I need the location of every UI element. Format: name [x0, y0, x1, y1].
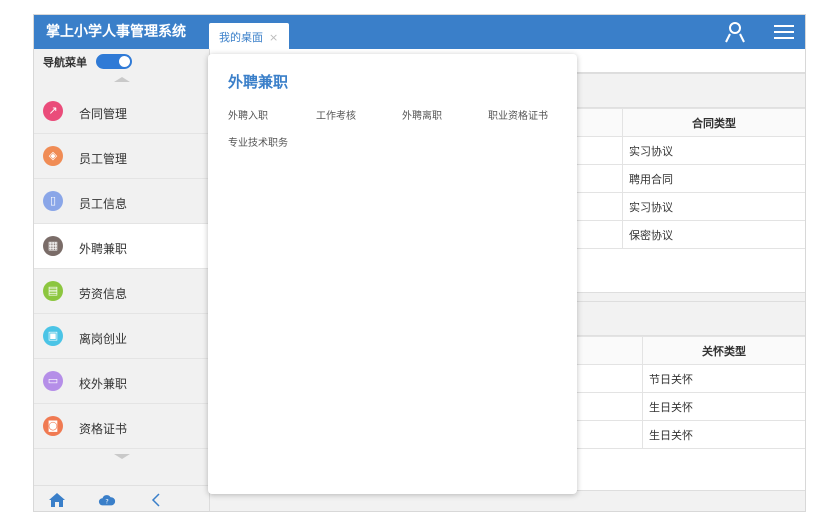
submenu-link-technical-position[interactable]: 专业技术职务 — [228, 134, 288, 149]
submenu-link-professional-certificate[interactable]: 职业资格证书 — [488, 107, 548, 122]
sidebar-item-label: 资格证书 — [79, 422, 128, 436]
sidebar-item-label: 员工信息 — [79, 197, 128, 211]
sidebar-item-label: 校外兼职 — [79, 377, 128, 391]
cell-contract-type: 聘用合同 — [622, 164, 805, 193]
sidebar-item-label: 外聘兼职 — [79, 242, 128, 256]
submenu-link-external-onboard[interactable]: 外聘入职 — [228, 107, 268, 122]
submenu-link-external-leave[interactable]: 外聘离职 — [402, 107, 442, 122]
sidebar-item-label: 员工管理 — [79, 152, 128, 166]
nav-menu-label: 导航菜单 — [43, 56, 87, 69]
building-icon: ▦ — [43, 236, 63, 256]
layers-icon: ◈ — [43, 146, 63, 166]
sidebar: 导航菜单 ↗ 合同管理 ◈ 员工管理 ▯ 员工信息 ▦ 外聘兼职 ▤ 劳资信息 … — [34, 49, 210, 511]
cell-care-type: 节日关怀 — [642, 364, 805, 393]
home-icon[interactable] — [48, 492, 66, 508]
sidebar-item-label: 合同管理 — [79, 107, 128, 121]
sidebar-item-label: 劳资信息 — [79, 287, 128, 301]
cell-contract-type: 实习协议 — [622, 136, 805, 165]
user-icon[interactable] — [724, 21, 746, 43]
top-bar: 掌上小学人事管理系统 我的桌面 × — [34, 15, 805, 49]
tab-desktop[interactable]: 我的桌面 × — [209, 23, 289, 49]
document-icon: ▤ — [43, 281, 63, 301]
cell-contract-type: 实习协议 — [622, 192, 805, 221]
sidebar-item-staff-info[interactable]: ▯ 员工信息 — [34, 179, 209, 224]
book-icon: ▯ — [43, 191, 63, 211]
cell-care-type: 生日关怀 — [642, 392, 805, 421]
column-header-contract-type: 合同类型 — [622, 108, 805, 137]
app-title: 掌上小学人事管理系统 — [46, 24, 186, 40]
tab-close-icon[interactable]: × — [269, 31, 278, 44]
chart-line-icon: ↗ — [43, 101, 63, 121]
submenu-flyout: 外聘兼职 外聘入职 工作考核 外聘离职 职业资格证书 专业技术职务 — [208, 54, 577, 494]
scroll-down-icon[interactable] — [34, 449, 209, 465]
column-header-care-type: 关怀类型 — [642, 336, 805, 365]
scroll-up-icon[interactable] — [34, 73, 209, 89]
sidebar-item-contract[interactable]: ↗ 合同管理 — [34, 89, 209, 134]
sidebar-item-leave-startup[interactable]: ▣ 离岗创业 — [34, 314, 209, 359]
sidebar-item-external-parttime[interactable]: ▦ 外聘兼职 — [34, 224, 209, 269]
sidebar-item-label: 离岗创业 — [79, 332, 128, 346]
monitor-icon: ▣ — [43, 326, 63, 346]
sidebar-footer: ? — [34, 485, 210, 511]
svg-text:?: ? — [105, 499, 108, 506]
sidebar-item-certificates[interactable]: ◙ 资格证书 — [34, 404, 209, 449]
sidebar-item-staff-management[interactable]: ◈ 员工管理 — [34, 134, 209, 179]
tab-label: 我的桌面 — [219, 31, 263, 44]
nav-menu-toggle-row: 导航菜单 — [34, 49, 209, 73]
sidebar-item-offcampus-parttime[interactable]: ▭ 校外兼职 — [34, 359, 209, 404]
flyout-title: 外聘兼职 — [228, 73, 289, 91]
collapse-chevron-icon[interactable] — [148, 492, 166, 508]
nav-menu-switch[interactable] — [96, 54, 132, 69]
sidebar-item-payroll[interactable]: ▤ 劳资信息 — [34, 269, 209, 314]
cloud-help-icon[interactable]: ? — [98, 492, 116, 508]
certificate-icon: ◙ — [43, 416, 63, 436]
cell-care-type: 生日关怀 — [642, 420, 805, 449]
submenu-link-work-assessment[interactable]: 工作考核 — [316, 107, 356, 122]
cell-contract-type: 保密协议 — [622, 220, 805, 249]
hamburger-menu-icon[interactable] — [774, 22, 794, 42]
calendar-icon: ▭ — [43, 371, 63, 391]
